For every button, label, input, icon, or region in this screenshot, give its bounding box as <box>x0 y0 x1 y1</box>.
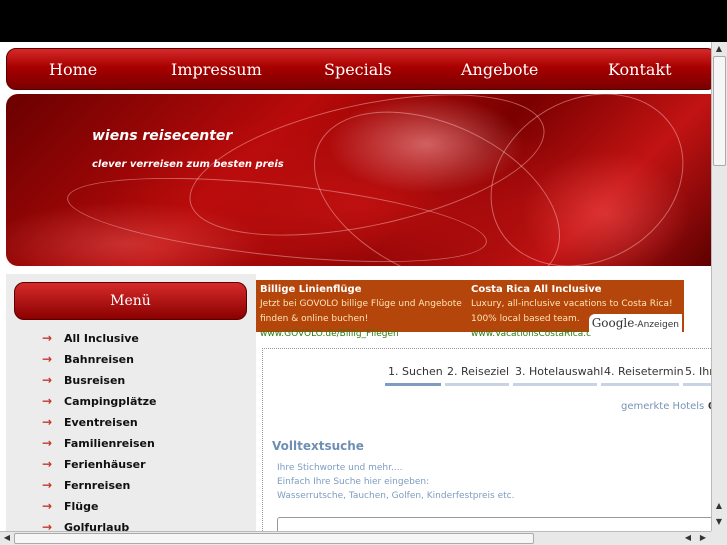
right-arrow-icon: → <box>42 331 53 345</box>
scroll-up-arrow-icon[interactable]: ▲ <box>712 500 726 512</box>
horizontal-scrollbar[interactable]: ◀ ◀ ▶ <box>0 531 711 545</box>
site-title: wiens reisecenter <box>92 128 233 144</box>
menu-item-label: Familienreisen <box>64 437 155 450</box>
right-arrow-icon: → <box>42 373 53 387</box>
scrollbar-corner <box>711 531 727 545</box>
right-arrow-icon: → <box>42 415 53 429</box>
saved-hotels-link[interactable]: gemerkte Hotels <box>621 401 704 412</box>
right-arrow-icon: → <box>42 478 53 492</box>
site-slogan: clever verreisen zum besten preis <box>92 159 284 170</box>
search-hint: Einfach Ihre Suche hier eingeben: <box>277 477 430 487</box>
nav-impressum-link[interactable]: Impressum <box>171 60 262 79</box>
tab-indicator <box>683 383 711 386</box>
ad-linienfluege[interactable]: Billige Linienflüge Jetzt bei GOVOLO bil… <box>260 282 470 342</box>
menu-item-label: Golfurlaub <box>64 521 130 531</box>
vertical-scrollbar[interactable]: ▲ ▲ ▼ <box>711 42 727 531</box>
menu-item-label: Fernreisen <box>64 479 131 492</box>
ad-text: Jetzt bei GOVOLO billige Flüge und Angeb… <box>260 299 462 309</box>
nav-kontakt-link[interactable]: Kontakt <box>608 60 672 79</box>
menu-item-label: Busreisen <box>64 374 126 387</box>
tab-indicator <box>513 383 597 386</box>
tab-indicator <box>445 383 509 386</box>
scroll-left-arrow-icon[interactable]: ◀ <box>0 532 14 544</box>
right-arrow-icon: → <box>42 457 53 471</box>
vertical-scroll-thumb[interactable] <box>713 56 726 166</box>
fulltext-search-title: Volltextsuche <box>272 439 364 453</box>
right-arrow-icon: → <box>42 352 53 366</box>
fulltext-search-input[interactable] <box>277 517 711 531</box>
tab-hotelauswahl[interactable]: 3. Hotelauswahl <box>515 365 603 381</box>
scroll-left-arrow-icon[interactable]: ◀ <box>681 532 695 544</box>
nav-home-link[interactable]: Home <box>49 60 97 79</box>
search-hint: Wasserrutsche, Tauchen, Golfen, Kinderfe… <box>277 491 515 501</box>
ad-url[interactable]: www.GOVOLO.de/Billig_Fliegen <box>260 327 470 342</box>
header-banner: wiens reisecenter clever verreisen zum b… <box>6 94 711 266</box>
tab-suchen[interactable]: 1. Suchen <box>388 365 443 381</box>
scroll-down-arrow-icon[interactable]: ▼ <box>712 516 726 528</box>
scroll-up-arrow-icon[interactable]: ▲ <box>712 43 726 55</box>
ad-title[interactable]: Costa Rica All Inclusive <box>471 282 681 297</box>
sidebar: Menü → All Inclusive → Bahnreisen → Busreis… <box>6 274 256 531</box>
google-ads-block: Billige Linienflüge Jetzt bei GOVOLO bil… <box>256 280 684 339</box>
scroll-right-arrow-icon[interactable]: ▶ <box>696 532 710 544</box>
tab-indicator-active <box>385 383 441 386</box>
menu-header: Menü <box>14 282 247 320</box>
ad-text: finden & online buchen! <box>260 314 369 324</box>
ad-text: Luxury, all-inclusive vacations to Costa… <box>471 299 673 309</box>
tab-reisetermin[interactable]: 4. Reisetermin <box>604 365 684 381</box>
right-arrow-icon: → <box>42 520 53 532</box>
google-ads-badge[interactable]: Google-Anzeigen <box>588 314 682 332</box>
ad-costa-rica[interactable]: Costa Rica All Inclusive Luxury, all-inc… <box>471 282 681 342</box>
top-navigation-bar: Home Impressum Specials Angebote Kontakt <box>6 48 711 90</box>
menu-item-label: Eventreisen <box>64 416 138 429</box>
menu-item-label: All Inclusive <box>64 332 139 345</box>
tab-reiseziel[interactable]: 2. Reiseziel <box>447 365 509 381</box>
right-arrow-icon: → <box>42 394 53 408</box>
menu-item-label: Bahnreisen <box>64 353 134 366</box>
search-hint: Ihre Stichworte und mehr.... <box>277 463 403 473</box>
google-logo: Google <box>591 316 635 330</box>
menu-item-label: Flüge <box>64 500 99 513</box>
horizontal-scroll-thumb[interactable] <box>14 533 534 544</box>
right-arrow-icon: → <box>42 436 53 450</box>
nav-specials-link[interactable]: Specials <box>324 60 392 79</box>
web-page: Home Impressum Specials Angebote Kontakt… <box>0 42 711 531</box>
search-panel: 1. Suchen 2. Reiseziel 3. Hotelauswahl 4… <box>262 348 711 531</box>
ads-label: -Anzeigen <box>634 320 679 330</box>
tab-ihre[interactable]: 5. Ihre <box>685 365 711 381</box>
menu-item-label: Ferienhäuser <box>64 458 146 471</box>
ad-title[interactable]: Billige Linienflüge <box>260 282 470 297</box>
right-arrow-icon: → <box>42 499 53 513</box>
menu-item-label: Campingplätze <box>64 395 157 408</box>
tab-indicator <box>601 383 679 386</box>
nav-angebote-link[interactable]: Angebote <box>461 60 538 79</box>
